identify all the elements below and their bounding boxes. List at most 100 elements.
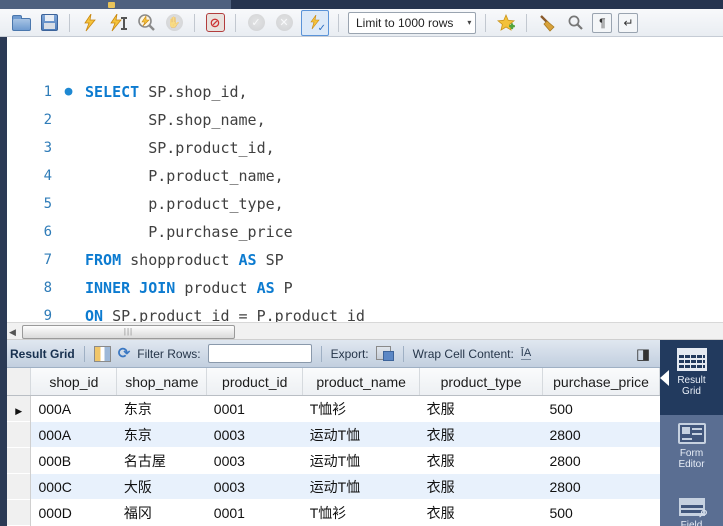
- column-header-shop_id[interactable]: shop_id: [30, 368, 118, 396]
- column-header-product_type[interactable]: product_type: [419, 368, 543, 396]
- cell-shop_name[interactable]: 名古屋: [117, 448, 207, 474]
- cell-purchase_price[interactable]: 500: [542, 500, 659, 526]
- cell-purchase_price[interactable]: 500: [542, 396, 659, 422]
- limit-rows-dropdown[interactable]: Limit to 1000 rows ▾: [348, 11, 477, 34]
- row-header-cell[interactable]: [7, 421, 32, 448]
- cell-purchase_price[interactable]: 2800: [542, 448, 659, 474]
- show-invisibles-button[interactable]: ¶: [592, 12, 613, 33]
- editor-hscrollbar[interactable]: ◀ |||: [0, 322, 723, 340]
- row-header-cell[interactable]: [7, 473, 32, 500]
- cell-product_type[interactable]: 衣服: [420, 448, 543, 474]
- sidebar-item-label: Form Editor: [678, 448, 705, 470]
- beautify-button[interactable]: [536, 12, 558, 34]
- code-line[interactable]: 2 SP.shop_name,: [7, 106, 723, 134]
- explain-button[interactable]: [135, 12, 157, 34]
- code-line[interactable]: 4 P.product_name,: [7, 162, 723, 190]
- stop-query-button: ✋: [163, 12, 185, 34]
- code-line[interactable]: 5 p.product_type,: [7, 190, 723, 218]
- toolbar-separator: [83, 345, 85, 362]
- cell-shop_name[interactable]: 东京: [117, 396, 207, 422]
- cell-shop_name[interactable]: 福冈: [117, 500, 207, 526]
- column-header-product_id[interactable]: product_id: [206, 368, 304, 396]
- code-line[interactable]: 9 ON SP.product_id = P.product_id: [7, 302, 723, 322]
- toggle-stop-on-error-button[interactable]: ⊘: [204, 12, 226, 34]
- cell-product_type[interactable]: 衣服: [420, 396, 543, 422]
- refresh-icon[interactable]: ⟳: [118, 346, 131, 361]
- sidebar-item-form-editor[interactable]: Form Editor: [660, 415, 723, 490]
- open-script-button[interactable]: [10, 12, 32, 34]
- cell-product_type[interactable]: 衣服: [420, 500, 543, 526]
- cell-product_type[interactable]: 衣服: [419, 473, 543, 500]
- save-script-button[interactable]: [38, 12, 60, 34]
- table-row[interactable]: 000A 东京 0003 运动T恤 衣服 2800: [7, 421, 660, 448]
- cell-shop_id[interactable]: 000A: [30, 421, 117, 448]
- filter-rows-label: Filter Rows:: [137, 346, 201, 361]
- line-number: 2: [43, 112, 52, 128]
- stop-on-error-icon: ⊘: [205, 13, 225, 32]
- sidebar-item-result-grid[interactable]: Result Grid: [660, 340, 723, 415]
- sql-code[interactable]: 1 ● SELECT SP.shop_id, 2 SP.shop_name, 3 SP.…: [7, 78, 723, 322]
- row-header-cell[interactable]: ▶: [7, 395, 32, 422]
- cell-product_name[interactable]: 运动T恤: [303, 448, 420, 474]
- sidebar-item-field-types[interactable]: Field: [660, 490, 723, 526]
- cell-product_id[interactable]: 0001: [207, 396, 303, 422]
- grid-columns-icon[interactable]: [93, 345, 111, 362]
- cell-shop_name[interactable]: 东京: [116, 421, 207, 448]
- find-button[interactable]: [564, 12, 586, 34]
- line-number: 3: [43, 140, 52, 156]
- code-line[interactable]: 6 P.purchase_price: [7, 218, 723, 246]
- execute-current-button[interactable]: [107, 12, 129, 34]
- toolbar-separator: [194, 13, 195, 32]
- editor-left-margin: [0, 37, 7, 526]
- cell-product_id[interactable]: 0003: [206, 473, 303, 500]
- filter-rows-input[interactable]: [207, 344, 312, 363]
- cell-product_name[interactable]: 运动T恤: [302, 421, 420, 448]
- column-header-product_name[interactable]: product_name: [302, 368, 421, 396]
- table-row[interactable]: 000B 名古屋 0003 运动T恤 衣服 2800: [7, 447, 660, 474]
- hscrollbar-thumb[interactable]: |||: [22, 325, 235, 339]
- cell-purchase_price[interactable]: 2800: [542, 473, 660, 500]
- code-line[interactable]: 7 FROM shopproduct AS SP: [7, 246, 723, 274]
- cell-product_name[interactable]: T恤衫: [303, 500, 420, 526]
- export-icon[interactable]: [375, 346, 394, 361]
- toggle-autocommit-button[interactable]: ✓: [301, 9, 329, 36]
- row-header-cell[interactable]: [7, 447, 32, 474]
- cell-product_type[interactable]: 衣服: [419, 421, 543, 448]
- execute-button[interactable]: [79, 12, 101, 34]
- cell-shop_id[interactable]: 000A: [31, 396, 117, 422]
- lightning-cursor-icon: [109, 13, 127, 31]
- column-header-purchase_price[interactable]: purchase_price: [542, 368, 661, 396]
- toolbar-separator: [235, 13, 236, 32]
- cell-purchase_price[interactable]: 2800: [542, 421, 660, 448]
- mysql-workbench-window: ✋ ⊘ ✓ ✕ ✓ Limit to 1000 rows ▾ ¶ ↵ 1 ● SEL…: [0, 0, 723, 526]
- column-header-shop_name[interactable]: shop_name: [116, 368, 208, 396]
- panel-toggle-icon[interactable]: ◨: [636, 345, 650, 363]
- code-line[interactable]: 1 ● SELECT SP.shop_id,: [7, 78, 723, 106]
- toggle-wrap-button[interactable]: ↵: [618, 12, 639, 33]
- code-line[interactable]: 8 INNER JOIN product AS P: [7, 274, 723, 302]
- code-line[interactable]: 3 SP.product_id,: [7, 134, 723, 162]
- scrollbar-grip-icon: |||: [123, 327, 134, 336]
- save-icon: [40, 14, 58, 31]
- statement-marker-empty: [52, 246, 85, 274]
- query-tab[interactable]: [0, 0, 231, 9]
- cell-product_name[interactable]: T恤衫: [303, 396, 420, 422]
- scroll-left-arrow-icon[interactable]: ◀: [9, 327, 16, 338]
- cell-shop_name[interactable]: 大阪: [116, 473, 207, 500]
- row-header-cell[interactable]: [7, 499, 32, 526]
- cell-shop_id[interactable]: 000D: [31, 500, 117, 526]
- export-label: Export:: [330, 346, 369, 361]
- cell-product_name[interactable]: 运动T恤: [302, 473, 420, 500]
- cell-shop_id[interactable]: 000C: [30, 473, 117, 500]
- cell-product_id[interactable]: 0001: [207, 500, 303, 526]
- sql-editor[interactable]: 1 ● SELECT SP.shop_id, 2 SP.shop_name, 3 SP.…: [0, 37, 723, 322]
- table-row[interactable]: 000C 大阪 0003 运动T恤 衣服 2800: [7, 473, 660, 500]
- statement-marker-empty: [52, 106, 85, 134]
- cell-shop_id[interactable]: 000B: [31, 448, 117, 474]
- cell-product_id[interactable]: 0003: [206, 421, 303, 448]
- wrap-cell-content-icon[interactable]: ĪA: [520, 347, 532, 360]
- table-row[interactable]: 000D 福冈 0001 T恤衫 衣服 500: [7, 499, 660, 526]
- save-snippet-button[interactable]: [495, 12, 517, 34]
- table-row[interactable]: ▶ 000A 东京 0001 T恤衫 衣服 500: [7, 395, 660, 422]
- cell-product_id[interactable]: 0003: [207, 448, 303, 474]
